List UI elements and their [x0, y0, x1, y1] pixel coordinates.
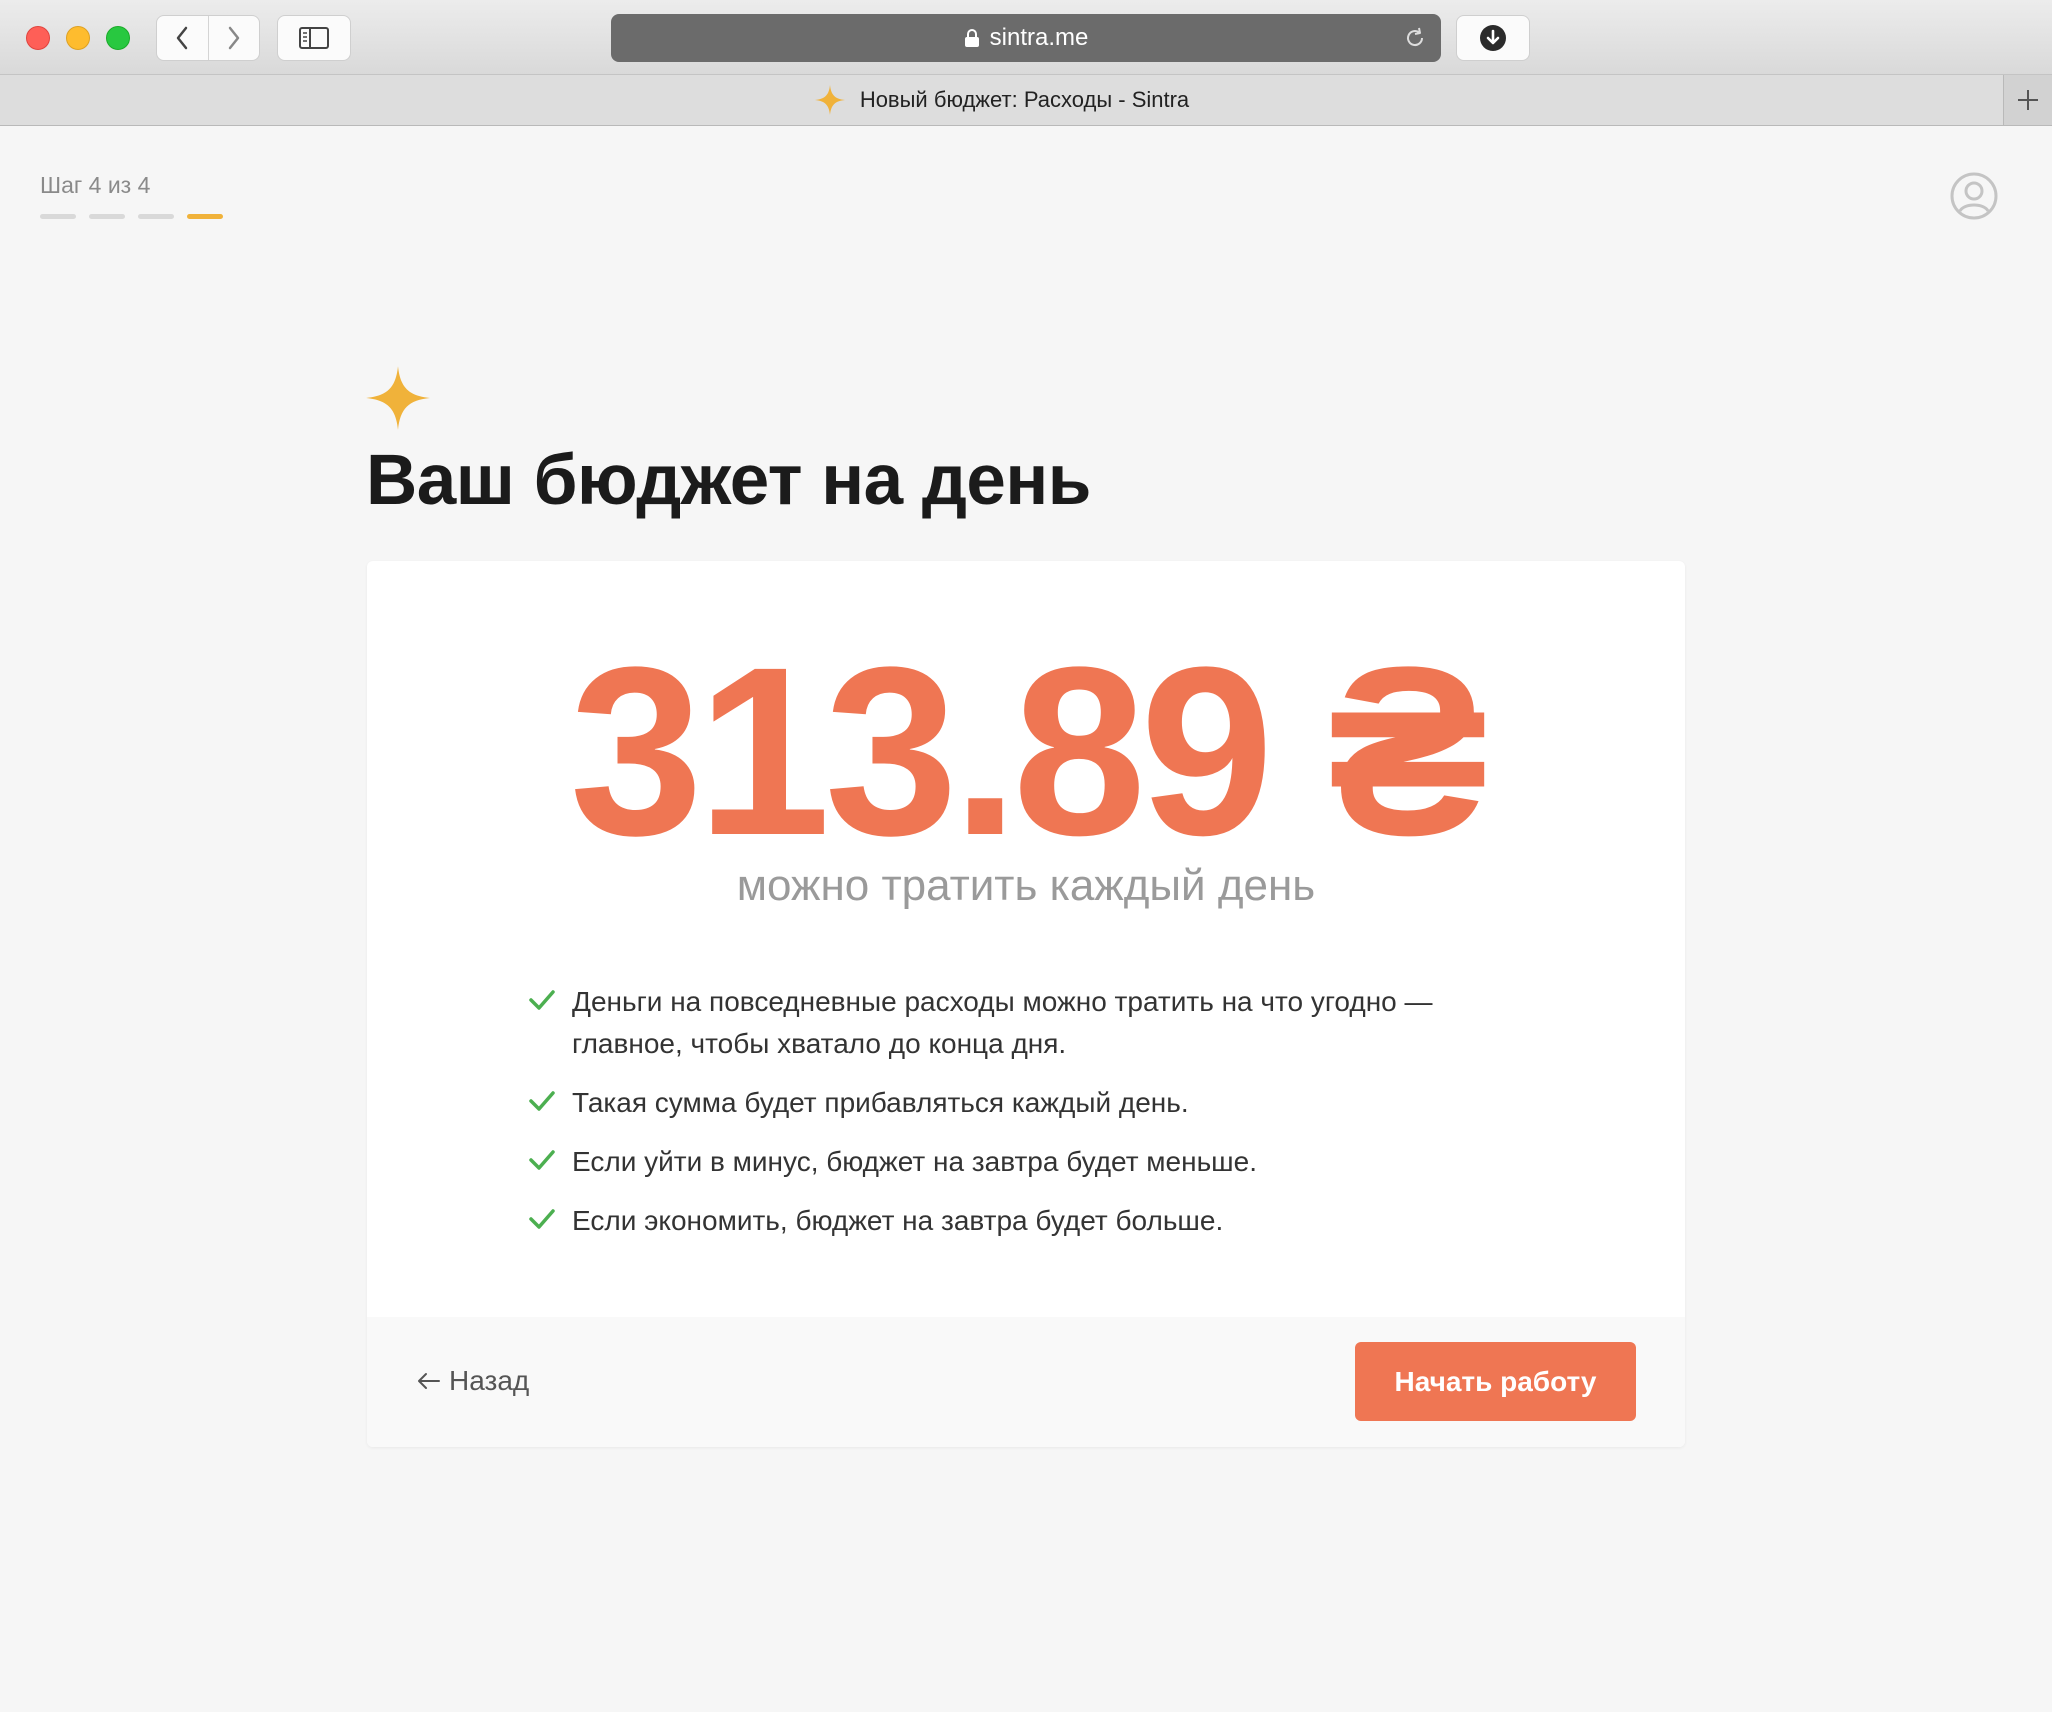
list-item: Деньги на повседневные расходы можно тра…: [528, 981, 1528, 1065]
plus-icon: [2018, 90, 2038, 110]
forward-nav-button[interactable]: [207, 16, 260, 60]
list-item-text: Если экономить, бюджет на завтра будет б…: [572, 1205, 1224, 1236]
step-progress: [40, 214, 223, 219]
back-link[interactable]: Назад: [417, 1365, 529, 1397]
budget-rules-list: Деньги на повседневные расходы можно тра…: [528, 981, 1528, 1259]
budget-card: 313.89 ₴ можно тратить каждый день Деньг…: [367, 561, 1685, 1447]
new-tab-button[interactable]: [2003, 75, 2052, 125]
daily-budget-subtitle: можно тратить каждый день: [736, 861, 1316, 910]
history-nav: [156, 15, 260, 61]
page-title: Ваш бюджет на день: [366, 441, 1091, 520]
step-bar-1: [40, 214, 76, 219]
list-item-text: Если уйти в минус, бюджет на завтра буде…: [572, 1146, 1257, 1177]
back-link-label: Назад: [449, 1365, 530, 1396]
list-item: Такая сумма будет прибавляться каждый де…: [528, 1082, 1528, 1124]
daily-budget-amount: 313.89 ₴: [569, 617, 1489, 885]
step-indicator-label: Шаг 4 из 4: [40, 172, 151, 198]
chevron-right-icon: [228, 26, 239, 50]
step-bar-3: [138, 214, 174, 219]
download-icon: [1480, 25, 1506, 51]
checkmark-icon: [528, 989, 558, 1016]
tab-title: Новый бюджет: Расходы - Sintra: [859, 87, 1190, 112]
reload-icon[interactable]: [1403, 26, 1427, 57]
card-footer: Назад Начать работу: [367, 1317, 1685, 1447]
active-tab[interactable]: Новый бюджет: Расходы - Sintra: [0, 75, 2003, 125]
list-item: Если экономить, бюджет на завтра будет б…: [528, 1200, 1528, 1242]
back-nav-button[interactable]: [157, 16, 208, 60]
list-item: Если уйти в минус, бюджет на завтра буде…: [528, 1141, 1528, 1183]
chevron-left-icon: [177, 26, 188, 50]
zoom-window-button[interactable]: [106, 26, 130, 50]
sparkle-icon: [364, 364, 432, 437]
close-window-button[interactable]: [26, 26, 50, 50]
url-text: sintra.me: [989, 24, 1089, 51]
downloads-button[interactable]: [1456, 15, 1530, 61]
step-bar-2: [89, 214, 125, 219]
sidebar-icon: [299, 27, 329, 49]
start-button[interactable]: Начать работу: [1355, 1342, 1636, 1421]
lock-icon: [964, 28, 980, 48]
sidebar-toggle-button[interactable]: [277, 15, 351, 61]
minimize-window-button[interactable]: [66, 26, 90, 50]
checkmark-icon: [528, 1149, 558, 1176]
browser-titlebar: sintra.me: [0, 0, 2052, 75]
step-bar-4: [187, 214, 223, 219]
list-item-text: Такая сумма будет прибавляться каждый де…: [572, 1087, 1189, 1118]
sparkle-favicon-icon: [814, 84, 846, 116]
arrow-left-icon: [417, 1372, 441, 1390]
tab-bar: Новый бюджет: Расходы - Sintra: [0, 75, 2052, 126]
list-item-text: Деньги на повседневные расходы можно тра…: [572, 986, 1433, 1059]
user-avatar-icon[interactable]: [1950, 172, 1998, 220]
address-bar[interactable]: sintra.me: [611, 14, 1441, 62]
checkmark-icon: [528, 1090, 558, 1117]
checkmark-icon: [528, 1208, 558, 1235]
